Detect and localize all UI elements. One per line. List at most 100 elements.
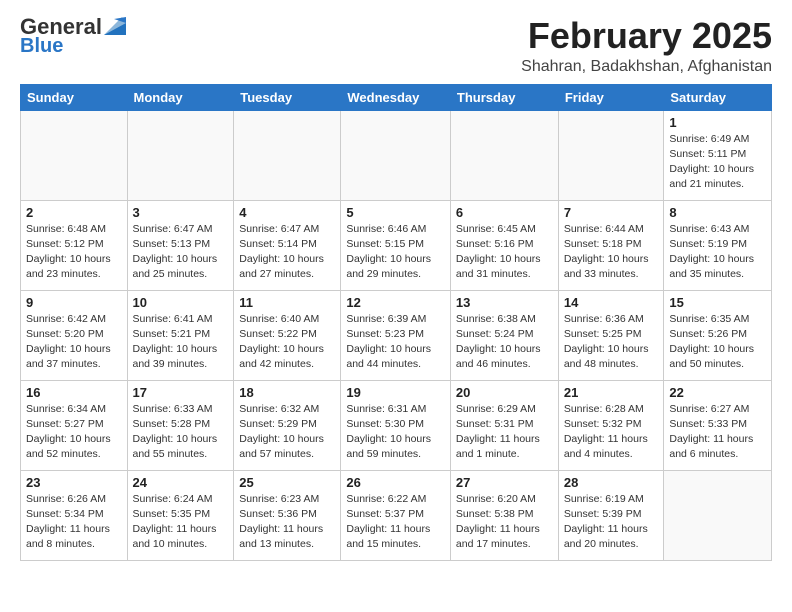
calendar-cell: 5 Sunrise: 6:46 AM Sunset: 5:15 PM Daylig… bbox=[341, 200, 451, 290]
day-number: 1 bbox=[669, 115, 766, 130]
calendar-cell: 13 Sunrise: 6:38 AM Sunset: 5:24 PM Dayli… bbox=[450, 290, 558, 380]
day-info: Sunrise: 6:19 AM Sunset: 5:39 PM Dayligh… bbox=[564, 492, 659, 553]
calendar-cell: 25 Sunrise: 6:23 AM Sunset: 5:36 PM Dayli… bbox=[234, 470, 341, 560]
day-info: Sunrise: 6:47 AM Sunset: 5:13 PM Dayligh… bbox=[133, 222, 229, 283]
day-info: Sunrise: 6:43 AM Sunset: 5:19 PM Dayligh… bbox=[669, 222, 766, 283]
weekday-header-tuesday: Tuesday bbox=[234, 84, 341, 110]
day-number: 14 bbox=[564, 295, 659, 310]
calendar-cell: 7 Sunrise: 6:44 AM Sunset: 5:18 PM Daylig… bbox=[558, 200, 664, 290]
logo-blue-text: Blue bbox=[20, 36, 63, 56]
calendar-cell bbox=[664, 470, 772, 560]
day-number: 26 bbox=[346, 475, 445, 490]
weekday-header-sunday: Sunday bbox=[21, 84, 128, 110]
calendar-cell: 6 Sunrise: 6:45 AM Sunset: 5:16 PM Daylig… bbox=[450, 200, 558, 290]
calendar-cell: 10 Sunrise: 6:41 AM Sunset: 5:21 PM Dayli… bbox=[127, 290, 234, 380]
calendar-cell: 17 Sunrise: 6:33 AM Sunset: 5:28 PM Dayli… bbox=[127, 380, 234, 470]
day-info: Sunrise: 6:45 AM Sunset: 5:16 PM Dayligh… bbox=[456, 222, 553, 283]
title-block: February 2025 Shahran, Badakhshan, Afgha… bbox=[521, 16, 772, 76]
day-info: Sunrise: 6:39 AM Sunset: 5:23 PM Dayligh… bbox=[346, 312, 445, 373]
calendar-week-row: 2Sunrise: 6:48 AM Sunset: 5:12 PM Daylig… bbox=[21, 200, 772, 290]
day-number: 4 bbox=[239, 205, 335, 220]
calendar-week-row: 16Sunrise: 6:34 AM Sunset: 5:27 PM Dayli… bbox=[21, 380, 772, 470]
calendar-cell: 15 Sunrise: 6:35 AM Sunset: 5:26 PM Dayli… bbox=[664, 290, 772, 380]
calendar-cell: 3 Sunrise: 6:47 AM Sunset: 5:13 PM Daylig… bbox=[127, 200, 234, 290]
calendar: SundayMondayTuesdayWednesdayThursdayFrid… bbox=[20, 84, 772, 561]
day-info: Sunrise: 6:42 AM Sunset: 5:20 PM Dayligh… bbox=[26, 312, 122, 373]
day-info: Sunrise: 6:22 AM Sunset: 5:37 PM Dayligh… bbox=[346, 492, 445, 553]
day-info: Sunrise: 6:32 AM Sunset: 5:29 PM Dayligh… bbox=[239, 402, 335, 463]
day-number: 12 bbox=[346, 295, 445, 310]
calendar-cell bbox=[127, 110, 234, 200]
day-info: Sunrise: 6:31 AM Sunset: 5:30 PM Dayligh… bbox=[346, 402, 445, 463]
weekday-header-thursday: Thursday bbox=[450, 84, 558, 110]
calendar-cell: 19 Sunrise: 6:31 AM Sunset: 5:30 PM Dayli… bbox=[341, 380, 451, 470]
logo: General Blue bbox=[20, 16, 126, 56]
day-number: 15 bbox=[669, 295, 766, 310]
calendar-cell: 9 Sunrise: 6:42 AM Sunset: 5:20 PM Daylig… bbox=[21, 290, 128, 380]
day-number: 3 bbox=[133, 205, 229, 220]
day-number: 22 bbox=[669, 385, 766, 400]
day-number: 24 bbox=[133, 475, 229, 490]
day-info: Sunrise: 6:49 AM Sunset: 5:11 PM Dayligh… bbox=[669, 132, 766, 193]
day-info: Sunrise: 6:28 AM Sunset: 5:32 PM Dayligh… bbox=[564, 402, 659, 463]
day-number: 9 bbox=[26, 295, 122, 310]
calendar-cell: 2Sunrise: 6:48 AM Sunset: 5:12 PM Daylig… bbox=[21, 200, 128, 290]
header: General Blue February 2025 Shahran, Bada… bbox=[20, 16, 772, 76]
calendar-cell: 20 Sunrise: 6:29 AM Sunset: 5:31 PM Dayli… bbox=[450, 380, 558, 470]
day-number: 16 bbox=[26, 385, 122, 400]
calendar-cell: 28 Sunrise: 6:19 AM Sunset: 5:39 PM Dayli… bbox=[558, 470, 664, 560]
day-number: 21 bbox=[564, 385, 659, 400]
day-info: Sunrise: 6:23 AM Sunset: 5:36 PM Dayligh… bbox=[239, 492, 335, 553]
day-number: 23 bbox=[26, 475, 122, 490]
day-number: 20 bbox=[456, 385, 553, 400]
day-info: Sunrise: 6:46 AM Sunset: 5:15 PM Dayligh… bbox=[346, 222, 445, 283]
day-number: 27 bbox=[456, 475, 553, 490]
calendar-cell bbox=[21, 110, 128, 200]
day-number: 25 bbox=[239, 475, 335, 490]
calendar-cell: 11Sunrise: 6:40 AM Sunset: 5:22 PM Dayli… bbox=[234, 290, 341, 380]
day-info: Sunrise: 6:33 AM Sunset: 5:28 PM Dayligh… bbox=[133, 402, 229, 463]
day-info: Sunrise: 6:38 AM Sunset: 5:24 PM Dayligh… bbox=[456, 312, 553, 373]
day-number: 7 bbox=[564, 205, 659, 220]
day-info: Sunrise: 6:29 AM Sunset: 5:31 PM Dayligh… bbox=[456, 402, 553, 463]
day-number: 17 bbox=[133, 385, 229, 400]
month-title: February 2025 bbox=[521, 16, 772, 56]
calendar-cell: 14 Sunrise: 6:36 AM Sunset: 5:25 PM Dayli… bbox=[558, 290, 664, 380]
calendar-cell: 23 Sunrise: 6:26 AM Sunset: 5:34 PM Dayli… bbox=[21, 470, 128, 560]
day-info: Sunrise: 6:35 AM Sunset: 5:26 PM Dayligh… bbox=[669, 312, 766, 373]
calendar-cell: 1 Sunrise: 6:49 AM Sunset: 5:11 PM Daylig… bbox=[664, 110, 772, 200]
location: Shahran, Badakhshan, Afghanistan bbox=[521, 58, 772, 76]
day-info: Sunrise: 6:36 AM Sunset: 5:25 PM Dayligh… bbox=[564, 312, 659, 373]
calendar-cell: 26 Sunrise: 6:22 AM Sunset: 5:37 PM Dayli… bbox=[341, 470, 451, 560]
day-number: 28 bbox=[564, 475, 659, 490]
day-number: 6 bbox=[456, 205, 553, 220]
day-info: Sunrise: 6:48 AM Sunset: 5:12 PM Dayligh… bbox=[26, 222, 122, 283]
calendar-cell: 8 Sunrise: 6:43 AM Sunset: 5:19 PM Daylig… bbox=[664, 200, 772, 290]
calendar-cell bbox=[234, 110, 341, 200]
day-info: Sunrise: 6:24 AM Sunset: 5:35 PM Dayligh… bbox=[133, 492, 229, 553]
day-number: 10 bbox=[133, 295, 229, 310]
day-number: 19 bbox=[346, 385, 445, 400]
calendar-cell: 22 Sunrise: 6:27 AM Sunset: 5:33 PM Dayli… bbox=[664, 380, 772, 470]
weekday-header-friday: Friday bbox=[558, 84, 664, 110]
day-info: Sunrise: 6:26 AM Sunset: 5:34 PM Dayligh… bbox=[26, 492, 122, 553]
calendar-week-row: 1 Sunrise: 6:49 AM Sunset: 5:11 PM Daylig… bbox=[21, 110, 772, 200]
calendar-week-row: 9 Sunrise: 6:42 AM Sunset: 5:20 PM Daylig… bbox=[21, 290, 772, 380]
calendar-cell: 16Sunrise: 6:34 AM Sunset: 5:27 PM Dayli… bbox=[21, 380, 128, 470]
page: General Blue February 2025 Shahran, Bada… bbox=[0, 0, 792, 581]
day-info: Sunrise: 6:44 AM Sunset: 5:18 PM Dayligh… bbox=[564, 222, 659, 283]
weekday-header-row: SundayMondayTuesdayWednesdayThursdayFrid… bbox=[21, 84, 772, 110]
weekday-header-monday: Monday bbox=[127, 84, 234, 110]
calendar-cell bbox=[450, 110, 558, 200]
calendar-cell: 21 Sunrise: 6:28 AM Sunset: 5:32 PM Dayli… bbox=[558, 380, 664, 470]
logo-icon bbox=[104, 17, 126, 35]
day-number: 8 bbox=[669, 205, 766, 220]
calendar-cell: 27 Sunrise: 6:20 AM Sunset: 5:38 PM Dayli… bbox=[450, 470, 558, 560]
day-number: 5 bbox=[346, 205, 445, 220]
day-number: 18 bbox=[239, 385, 335, 400]
day-info: Sunrise: 6:41 AM Sunset: 5:21 PM Dayligh… bbox=[133, 312, 229, 373]
day-number: 13 bbox=[456, 295, 553, 310]
calendar-week-row: 23 Sunrise: 6:26 AM Sunset: 5:34 PM Dayli… bbox=[21, 470, 772, 560]
day-info: Sunrise: 6:27 AM Sunset: 5:33 PM Dayligh… bbox=[669, 402, 766, 463]
day-info: Sunrise: 6:20 AM Sunset: 5:38 PM Dayligh… bbox=[456, 492, 553, 553]
